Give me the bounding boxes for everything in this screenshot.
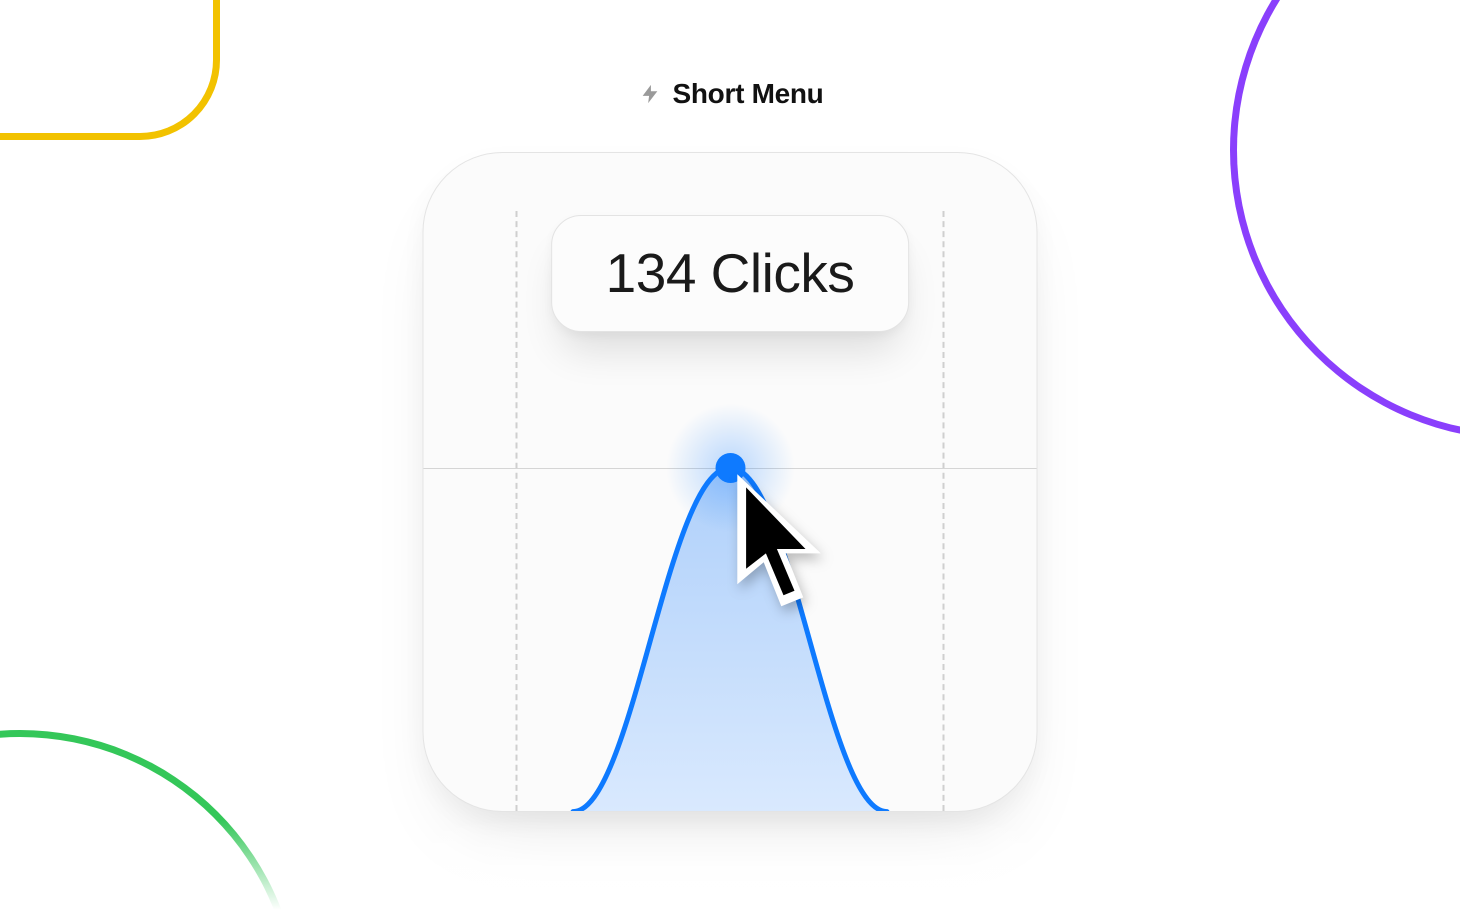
clicks-area-chart[interactable]: [424, 383, 1037, 812]
bottom-fade: [0, 820, 1460, 910]
brand-header: Short Menu: [0, 78, 1460, 110]
decor-arc-yellow: [0, 0, 220, 140]
clicks-tooltip: 134 Clicks: [551, 215, 910, 332]
decor-arc-purple: [1230, 0, 1460, 440]
chart-point[interactable]: [715, 453, 745, 483]
brand-name: Short Menu: [673, 78, 824, 110]
decor-arc-green: [0, 730, 300, 910]
clicks-tooltip-label: 134 Clicks: [606, 242, 855, 304]
analytics-card: 134 Clicks: [423, 152, 1038, 812]
lightning-icon: [637, 81, 663, 107]
